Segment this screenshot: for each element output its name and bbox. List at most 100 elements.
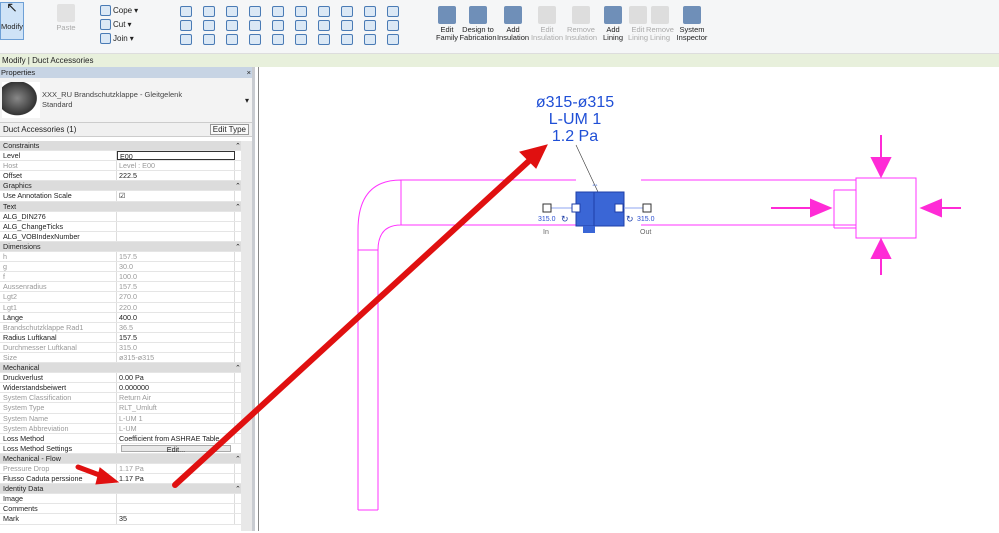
modify-tool-icon[interactable] [203,34,215,45]
modify-tool-icon[interactable] [249,6,261,17]
property-value[interactable] [117,211,235,221]
modify-tool-icon[interactable] [226,20,238,31]
property-value[interactable]: L-UM 1 [117,413,235,423]
out-dimension[interactable]: 315.0 [637,216,655,223]
property-value[interactable]: 220.0 [117,302,235,312]
property-value[interactable]: RLT_Umluft [117,403,235,413]
join-button[interactable]: Join ▾ [100,33,134,44]
property-group-header[interactable]: Mechanical ⌃ [0,363,244,374]
modify-tool-icon[interactable] [249,34,261,45]
property-value[interactable]: 1.17 Pa [117,464,235,474]
modify-tool-icon[interactable] [203,20,215,31]
property-value[interactable]: 36.5 [117,322,235,332]
modify-tool-icon[interactable] [249,20,261,31]
property-row[interactable]: System Name L-UM 1 [0,413,244,424]
property-value[interactable]: 157.5 [117,252,235,262]
cut-button[interactable]: Cut ▾ [100,19,131,30]
modify-tool-icon[interactable] [226,6,238,17]
ribbon-button-edit-insulation[interactable]: Edit Insulation [531,6,563,42]
modify-tool-icon[interactable] [295,6,307,17]
modify-tool-icon[interactable] [341,6,353,17]
property-group-header[interactable]: Text ⌃ [0,201,244,212]
property-value[interactable]: ø315-ø315 [117,352,235,363]
property-row[interactable]: Druckverlust 0.00 Pa [0,373,244,384]
ribbon-button-remove-lining[interactable]: Remove Lining [645,6,675,42]
property-value[interactable]: 222.5 [117,171,235,181]
modify-tool-icon[interactable] [364,6,376,17]
property-value[interactable]: 35 [117,514,235,524]
modify-tool-icon[interactable] [180,6,192,17]
instance-filter[interactable]: Duct Accessories (1) [3,125,76,134]
property-group-header[interactable]: Dimensions ⌃ [0,241,244,253]
property-value[interactable]: E00 [117,151,235,161]
modify-tool-icon[interactable] [272,6,284,17]
duct-tag[interactable]: ø315-ø315 L-UM 1 1.2 Pa [530,94,620,145]
property-row[interactable]: Level E00 [0,151,244,162]
property-value[interactable]: 30.0 [117,262,235,272]
close-icon[interactable]: × [247,68,251,77]
ribbon-button-design-to-fabrication[interactable]: Design to Fabrication [458,6,498,42]
type-selector[interactable]: XXX_RU Brandschutzklappe - Gleitgelenk St… [0,78,252,123]
modify-tool-icon[interactable] [180,20,192,31]
modify-tool-icon[interactable] [318,34,330,45]
property-row[interactable]: h 157.5 [0,252,244,263]
property-row[interactable]: ALG_DIN276 [0,211,244,222]
properties-scrollbar[interactable] [241,141,252,531]
property-row[interactable]: ALG_VOBIndexNumber [0,231,244,242]
property-row[interactable]: Loss Method Coefficient from ASHRAE Table [0,433,244,444]
property-row[interactable]: Comments [0,504,244,515]
property-row[interactable]: Lgt2 270.0 [0,292,244,303]
property-row[interactable]: ALG_ChangeTicks [0,221,244,232]
property-value[interactable]: Level : E00 [117,161,235,171]
property-value[interactable]: 0.00 Pa [117,373,235,383]
modify-tool-icon[interactable] [203,6,215,17]
property-value[interactable]: 100.0 [117,272,235,282]
modify-tool-icon[interactable] [318,20,330,31]
modify-tool-icon[interactable] [387,6,399,17]
property-row[interactable]: System Abbreviation L-UM [0,423,244,434]
property-group-header[interactable]: Mechanical - Flow ⌃ [0,453,244,464]
property-row[interactable]: Brandschutzklappe Rad1 36.5 [0,322,244,333]
modify-tool-icon[interactable] [318,6,330,17]
property-row[interactable]: Image [0,494,244,505]
property-value[interactable] [117,494,235,504]
ribbon-button-remove-insulation[interactable]: Remove Insulation [565,6,597,42]
modify-tool-icon[interactable] [272,20,284,31]
modify-tool-icon[interactable] [387,34,399,45]
modify-tool-icon[interactable] [226,34,238,45]
property-group-header[interactable]: Constraints ⌃ [0,141,244,152]
property-row[interactable]: Offset 222.5 [0,171,244,182]
property-value[interactable]: Coefficient from ASHRAE Table [117,433,235,443]
property-row[interactable]: System Classification Return Air [0,393,244,404]
property-value[interactable]: Return Air [117,393,235,403]
property-row[interactable]: Flusso Caduta perssione 1.17 Pa [0,474,244,485]
property-row[interactable]: Pressure Drop 1.17 Pa [0,464,244,475]
property-row[interactable]: Use Annotation Scale ☑ [0,191,244,202]
modify-tool-icon[interactable] [341,34,353,45]
property-row[interactable]: Lgt1 220.0 [0,302,244,313]
modify-tool-icon[interactable] [295,20,307,31]
modify-tool-icon[interactable] [387,20,399,31]
modify-tool-icon[interactable] [272,34,284,45]
property-value[interactable]: 157.5 [117,332,235,342]
modify-tool-icon[interactable] [341,20,353,31]
property-group-header[interactable]: Identity Data ⌃ [0,484,244,495]
property-value[interactable] [117,504,235,514]
property-row[interactable]: Aussenradius 157.5 [0,282,244,293]
modify-tool-icon[interactable] [180,34,192,45]
property-row[interactable]: Mark 35 [0,514,244,525]
property-row[interactable]: Widerstandsbeiwert 0.000000 [0,383,244,394]
property-row[interactable]: Radius Luftkanal 157.5 [0,332,244,343]
property-row[interactable]: System Type RLT_Umluft [0,403,244,414]
property-value[interactable]: 0.000000 [117,383,235,393]
property-value[interactable]: ☑ [117,191,235,201]
modify-tool-icon[interactable] [364,34,376,45]
property-value[interactable]: L-UM [117,423,235,433]
property-value[interactable] [117,231,235,241]
property-value[interactable]: 270.0 [117,292,235,302]
property-value[interactable]: 1.17 Pa [117,474,235,484]
property-row[interactable]: Size ø315-ø315 [0,352,244,364]
property-value[interactable] [117,221,235,231]
property-value[interactable]: 400.0 [117,312,235,322]
ribbon-button-system-inspector[interactable]: System Inspector [677,6,707,42]
